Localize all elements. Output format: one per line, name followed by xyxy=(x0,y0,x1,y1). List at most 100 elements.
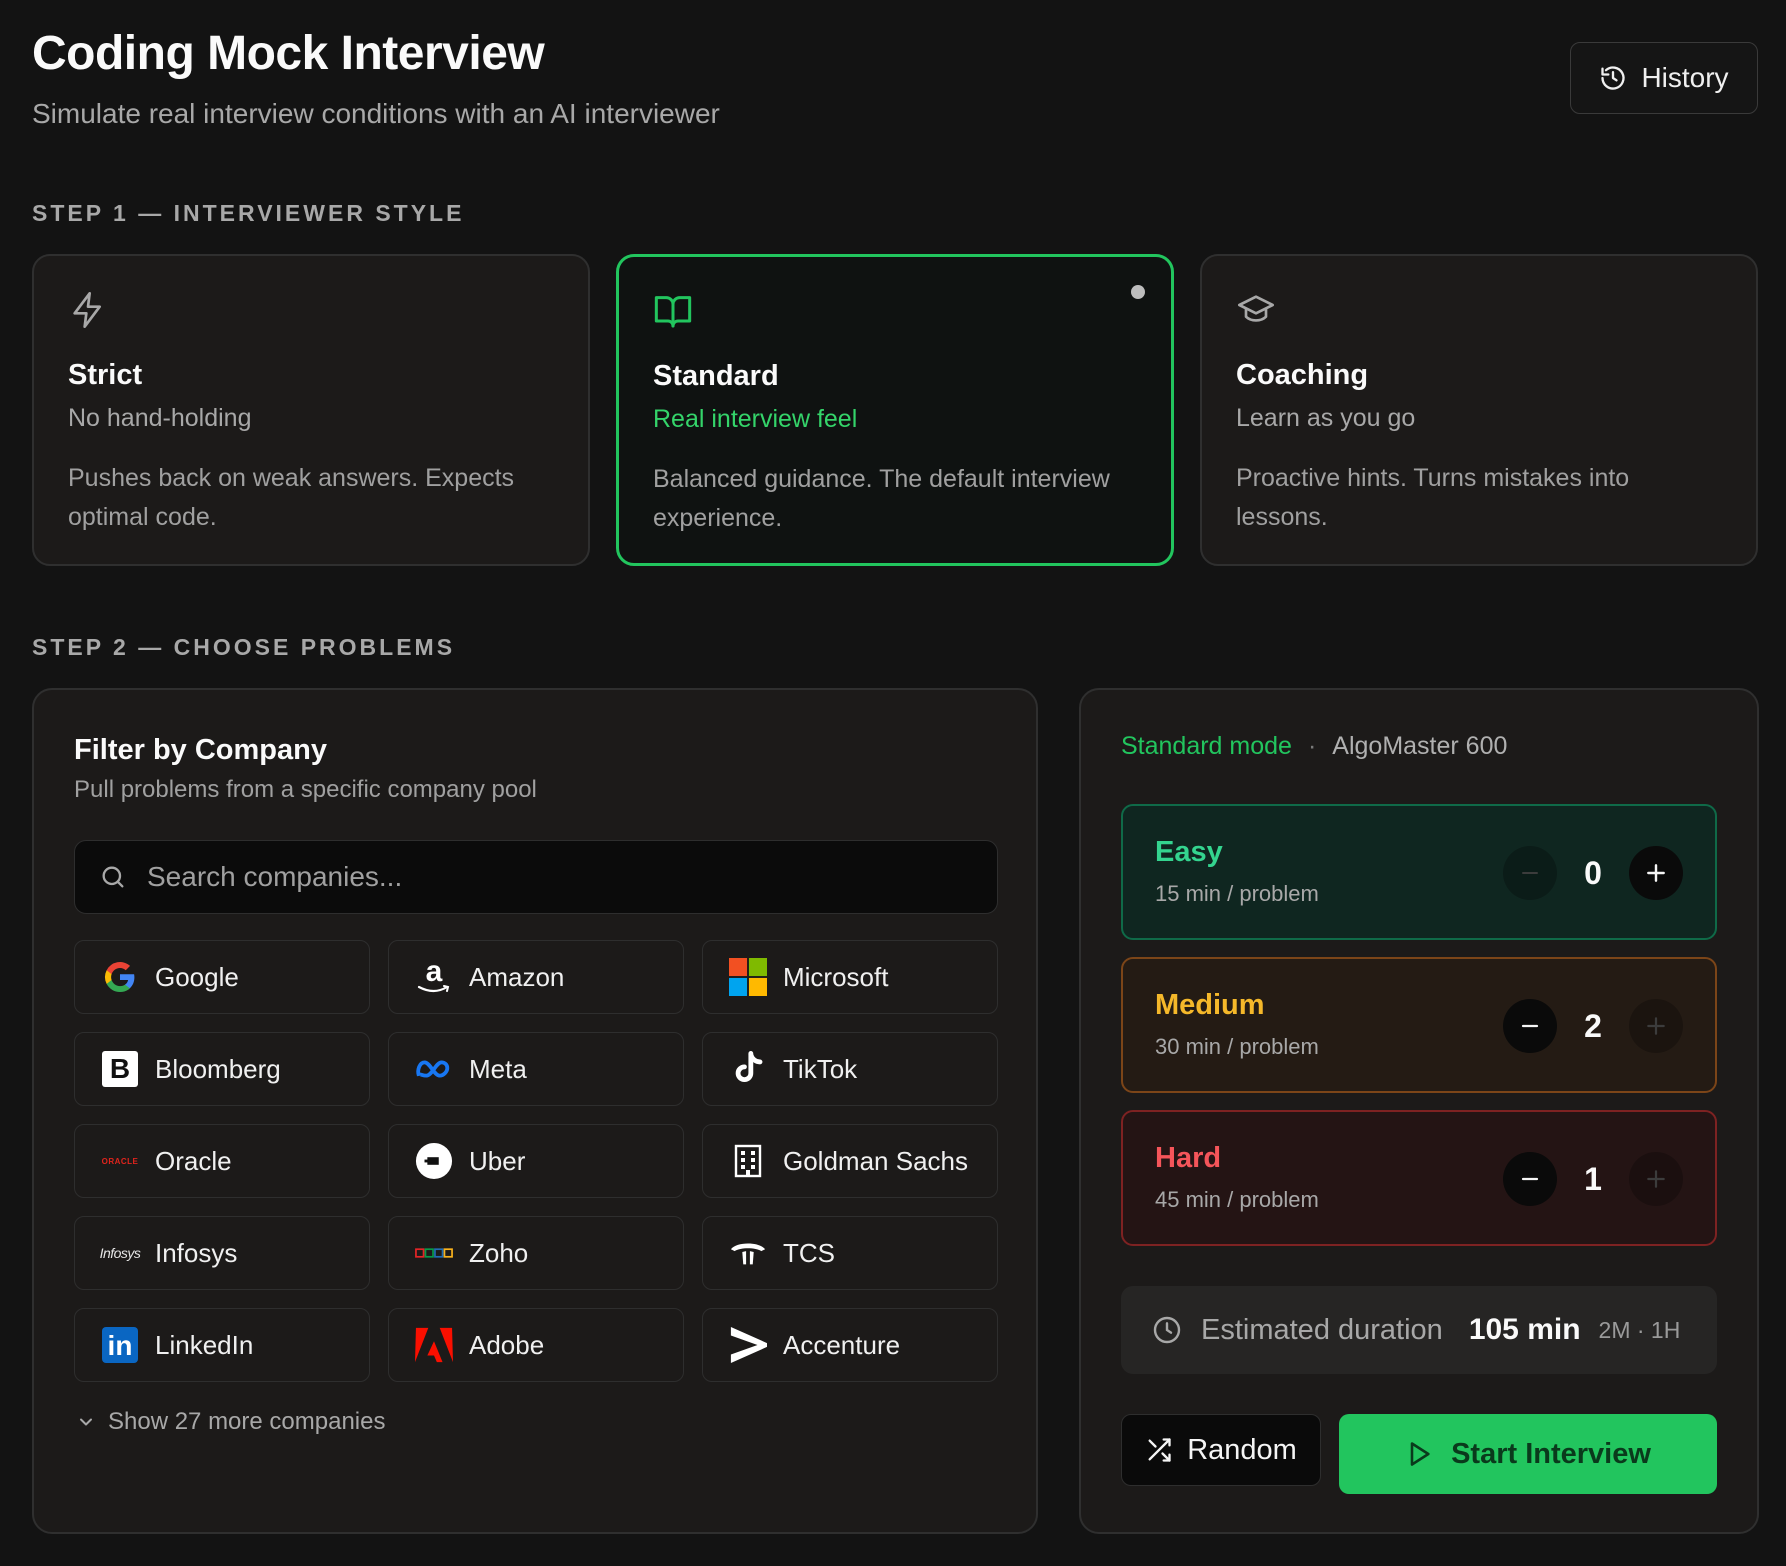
minus-icon xyxy=(1522,872,1538,874)
company-adobe-button[interactable]: Adobe xyxy=(388,1308,684,1382)
company-microsoft-button[interactable]: Microsoft xyxy=(702,940,998,1014)
company-oracle-button[interactable]: ORACLE Oracle xyxy=(74,1124,370,1198)
page-title: Coding Mock Interview xyxy=(32,27,545,80)
company-infosys-button[interactable]: Infosys Infosys xyxy=(74,1216,370,1290)
linkedin-logo-letters: in xyxy=(102,1327,138,1363)
accenture-logo xyxy=(729,1326,767,1364)
search-icon xyxy=(102,866,124,888)
company-amazon-button[interactable]: a Amazon xyxy=(388,940,684,1014)
tcs-logo xyxy=(729,1234,767,1272)
shuffle-icon xyxy=(1148,1438,1171,1462)
company-search-input[interactable] xyxy=(147,861,967,893)
problem-set-name: AlgoMaster 600 xyxy=(1332,732,1508,760)
company-bloomberg-button[interactable]: B Bloomberg xyxy=(74,1032,370,1106)
company-name: Google xyxy=(155,961,239,992)
linkedin-logo: in xyxy=(101,1326,139,1364)
amazon-logo: a xyxy=(415,955,453,996)
uber-logo xyxy=(415,1142,453,1180)
random-label: Random xyxy=(1187,1433,1297,1466)
company-uber-button[interactable]: Uber xyxy=(388,1124,684,1198)
hard-increment-button[interactable] xyxy=(1629,1152,1683,1206)
medium-decrement-button[interactable] xyxy=(1503,999,1557,1053)
microsoft-logo xyxy=(729,958,767,996)
style-tagline: Real interview feel xyxy=(653,405,858,433)
style-description: Proactive hints. Turns mistakes into les… xyxy=(1236,464,1630,531)
selected-indicator xyxy=(1131,285,1145,299)
estimate-breakdown: 2M · 1H xyxy=(1598,1316,1681,1343)
easy-increment-button[interactable] xyxy=(1629,846,1683,900)
company-tcs-button[interactable]: TCS xyxy=(702,1216,998,1290)
oracle-logo: ORACLE xyxy=(101,1142,139,1180)
company-zoho-button[interactable]: Zoho xyxy=(388,1216,684,1290)
minus-icon xyxy=(1521,1024,1539,1028)
page-subtitle: Simulate real interview conditions with … xyxy=(32,98,720,129)
style-description: Pushes back on weak answers. Expects opt… xyxy=(68,464,515,531)
bloomberg-logo: B xyxy=(101,1050,139,1088)
graduation-cap-icon xyxy=(1238,295,1274,322)
mode-name: Standard mode xyxy=(1121,732,1292,760)
adobe-logo xyxy=(415,1326,453,1364)
plus-icon xyxy=(1647,864,1665,882)
easy-stepper: 0 xyxy=(1503,846,1683,900)
company-grid: Google a Amazon Microsoft B Bloomberg Me… xyxy=(74,940,998,1382)
style-card-standard[interactable]: Standard Real interview feel Balanced gu… xyxy=(616,254,1174,566)
estimate-value: 105 min xyxy=(1468,1313,1581,1346)
difficulty-easy-card: Easy 15 min / problem 0 xyxy=(1121,804,1717,940)
random-button[interactable]: Random xyxy=(1121,1414,1321,1486)
company-name: Adobe xyxy=(469,1329,545,1360)
company-name: Amazon xyxy=(469,961,565,992)
history-button[interactable]: History xyxy=(1570,42,1758,114)
company-tiktok-button[interactable]: TikTok xyxy=(702,1032,998,1106)
book-open-icon xyxy=(654,296,692,328)
company-name: Infosys xyxy=(155,1237,238,1268)
company-name: TCS xyxy=(783,1237,835,1268)
search-box xyxy=(74,840,998,914)
difficulty-hard-card: Hard 45 min / problem 1 xyxy=(1121,1110,1717,1246)
hard-decrement-button[interactable] xyxy=(1503,1152,1557,1206)
company-linkedin-button[interactable]: in LinkedIn xyxy=(74,1308,370,1382)
style-name: Standard xyxy=(653,360,779,392)
company-name: Zoho xyxy=(469,1237,529,1268)
hard-stepper: 1 xyxy=(1503,1152,1683,1206)
amazon-logo-letter: a xyxy=(425,955,443,988)
building-icon xyxy=(729,1142,767,1180)
history-icon xyxy=(1601,66,1626,90)
style-name: Strict xyxy=(68,359,143,391)
zoho-logo xyxy=(415,1234,453,1272)
company-name: Uber xyxy=(469,1145,526,1176)
mode-separator: · xyxy=(1307,732,1317,760)
company-goldman-sachs-button[interactable]: Goldman Sachs xyxy=(702,1124,998,1198)
company-google-button[interactable]: Google xyxy=(74,940,370,1014)
style-card-strict[interactable]: Strict No hand-holding Pushes back on we… xyxy=(32,254,590,566)
start-interview-label: Start Interview xyxy=(1451,1437,1651,1470)
start-interview-button[interactable]: Start Interview xyxy=(1339,1414,1717,1494)
company-accenture-button[interactable]: Accenture xyxy=(702,1308,998,1382)
medium-increment-button[interactable] xyxy=(1629,999,1683,1053)
show-more-companies-button[interactable]: Show 27 more companies xyxy=(76,1408,385,1436)
history-label: History xyxy=(1641,62,1729,93)
company-name: TikTok xyxy=(783,1053,858,1084)
company-filter-panel: Filter by Company Pull problems from a s… xyxy=(32,688,1038,1534)
easy-decrement-button[interactable] xyxy=(1503,846,1557,900)
company-name: Bloomberg xyxy=(155,1053,281,1084)
step2-label: STEP 2 — CHOOSE PROBLEMS xyxy=(32,634,456,660)
easy-count: 0 xyxy=(1584,854,1602,891)
hard-count: 1 xyxy=(1584,1160,1602,1197)
infosys-logo-text: Infosys xyxy=(99,1245,141,1261)
medium-count: 2 xyxy=(1584,1007,1602,1044)
medium-stepper: 2 xyxy=(1503,999,1683,1053)
company-name: Goldman Sachs xyxy=(783,1145,968,1176)
oracle-logo-text: ORACLE xyxy=(101,1156,139,1166)
infosys-logo: Infosys xyxy=(99,1234,141,1272)
company-name: Microsoft xyxy=(783,961,889,992)
google-logo xyxy=(101,958,139,996)
style-name: Coaching xyxy=(1236,359,1369,391)
bloomberg-logo-letter: B xyxy=(102,1051,138,1087)
clock-icon xyxy=(1153,1316,1181,1344)
mode-summary: Standard mode · AlgoMaster 600 xyxy=(1121,732,1507,761)
plus-icon xyxy=(1647,1170,1665,1188)
style-card-coaching[interactable]: Coaching Learn as you go Proactive hints… xyxy=(1200,254,1758,566)
company-meta-button[interactable]: Meta xyxy=(388,1032,684,1106)
step1-label: STEP 1 — INTERVIEWER STYLE xyxy=(32,200,465,226)
tiktok-logo xyxy=(729,1050,767,1088)
